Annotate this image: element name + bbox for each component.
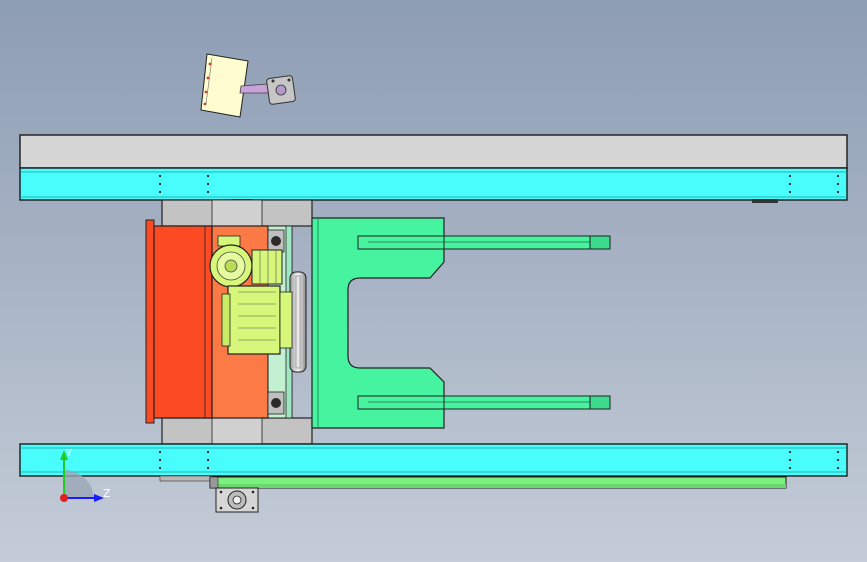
- gear-rack-strip[interactable]: [209, 476, 787, 489]
- assembly-drawing: Y Z: [0, 0, 867, 562]
- red-housing[interactable]: [145, 219, 213, 424]
- bottom-rail[interactable]: [19, 443, 848, 482]
- z-axis-label: Z: [103, 487, 111, 500]
- y-axis-label: Y: [65, 448, 73, 459]
- top-rail[interactable]: [19, 134, 848, 203]
- cad-viewport[interactable]: Y Z: [0, 0, 867, 562]
- rack-drive-motor[interactable]: [215, 487, 259, 513]
